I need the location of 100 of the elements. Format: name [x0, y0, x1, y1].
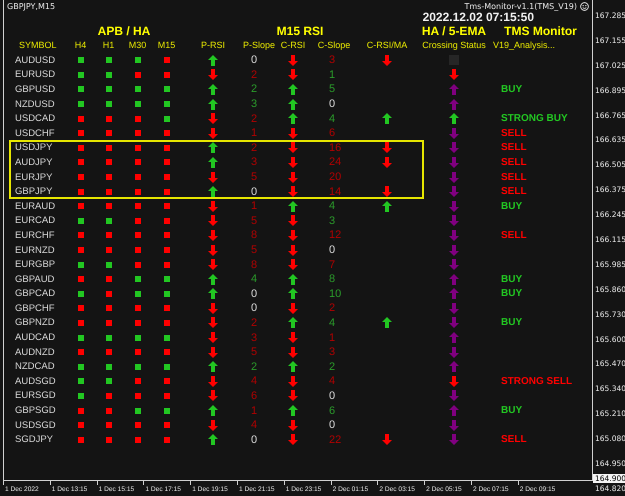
slope-value: 2 [251, 83, 258, 96]
slope-value: 4 [329, 200, 336, 212]
symbol-name: AUDSGD [15, 376, 56, 387]
column-header: M15 [158, 40, 176, 50]
slope-value: 0 [251, 54, 258, 66]
column-header: Crossing Status [422, 40, 486, 50]
column-header: P-RSI [200, 40, 225, 50]
symbol-name: GBPAUD [15, 274, 54, 285]
signal-label: BUY [501, 405, 522, 416]
slope-value: 6 [329, 404, 336, 417]
slope-value: 7 [329, 258, 336, 271]
slope-value: 0 [329, 419, 336, 432]
slope-value: 0 [329, 390, 336, 402]
symbol-name: EURSGD [15, 390, 56, 402]
slope-value: 3 [329, 214, 336, 227]
symbol-name: EURCAD [15, 215, 56, 226]
signal-label: STRONG BUY [501, 113, 568, 124]
signal-label: BUY [501, 288, 522, 300]
slope-value: 6 [251, 390, 258, 402]
symbol-name: GBPJPY [15, 186, 52, 198]
column-header: M30 [128, 40, 146, 50]
slope-value: 2 [329, 302, 336, 314]
column-header: V19_Analysis... [493, 40, 556, 50]
symbol-name: SGDJPY [15, 434, 54, 446]
slope-value: 10 [329, 288, 342, 300]
column-header: SYMBOL [19, 40, 57, 50]
signal-label: SELL [501, 434, 527, 446]
slope-value: 16 [329, 142, 342, 154]
slope-value: 0 [251, 288, 258, 300]
slope-value: 3 [329, 346, 336, 358]
symbol-name: EURGBP [15, 259, 56, 270]
column-header: H1 [102, 40, 114, 50]
slope-value: 24 [329, 156, 342, 168]
slope-value: 4 [251, 375, 258, 388]
column-header: C-RSI [280, 40, 306, 50]
symbol-name: GBPCAD [15, 288, 56, 300]
symbol-name: GBPUSD [15, 84, 56, 95]
slope-value: 22 [329, 434, 342, 446]
chart-symbol: GBPJPY,M15 [7, 2, 56, 11]
symbol-name: AUDNZD [15, 346, 55, 358]
slope-value: 3 [251, 332, 258, 344]
symbol-name: NZDUSD [15, 98, 55, 110]
slope-value: 0 [251, 302, 258, 314]
symbol-name: USDCAD [15, 113, 56, 124]
slope-value: 6 [329, 127, 336, 140]
group-header: TMS Monitor [504, 24, 577, 38]
slope-value: 2 [329, 360, 336, 373]
slope-value: 1 [329, 332, 336, 344]
signal-label: SELL [501, 172, 527, 183]
slope-value: 0 [329, 98, 336, 110]
slope-value: 4 [329, 316, 336, 329]
symbol-name: USDCHF [15, 128, 55, 139]
slope-value: 1 [251, 200, 258, 212]
slope-value: 1 [251, 127, 258, 140]
column-header: C-Slope [318, 40, 350, 50]
symbol-name: USDSGD [15, 420, 56, 431]
slope-value: 20 [329, 171, 342, 184]
slope-value: 5 [251, 244, 258, 256]
slope-value: 3 [251, 98, 258, 110]
slope-value: 2 [251, 68, 258, 81]
slope-value: 1 [251, 404, 258, 417]
slope-value: 8 [251, 229, 258, 242]
symbol-name: AUDUSD [15, 54, 56, 66]
slope-value: 8 [329, 273, 336, 286]
symbol-name: AUDJPY [15, 156, 52, 168]
symbol-name: AUDCAD [15, 332, 56, 344]
symbol-name: GBPCHF [15, 302, 55, 314]
symbol-name: NZDCAD [15, 361, 55, 372]
group-header: HA / 5-EMA [422, 24, 486, 38]
signal-label: BUY [501, 317, 522, 328]
slope-value: 0 [251, 186, 258, 198]
slope-value: 2 [251, 112, 258, 125]
slope-value: 1 [329, 68, 336, 81]
signal-label: BUY [501, 200, 522, 212]
smiley-icon [580, 2, 589, 11]
column-header: H4 [74, 40, 86, 50]
symbol-name: EURAUD [15, 200, 56, 212]
slope-value: 8 [251, 258, 258, 271]
column-header: P-Slope [242, 40, 276, 50]
column-header: C-RSI/MA [366, 40, 408, 50]
symbol-name: EURJPY [15, 172, 52, 183]
signal-label: BUY [501, 84, 522, 95]
slope-value: 4 [329, 112, 336, 125]
symbol-name: GBPNZD [15, 317, 55, 328]
slope-value: 4 [251, 419, 258, 432]
slope-value: 2 [251, 360, 258, 373]
timestamp: 2022.12.02 07:15:50 [422, 10, 534, 24]
slope-value: 12 [329, 229, 342, 242]
group-header: M15 RSI [276, 24, 324, 38]
slope-value: 2 [251, 142, 258, 154]
symbol-name: EURCHF [15, 230, 55, 241]
slope-value: 5 [251, 214, 258, 227]
slope-value: 2 [251, 316, 258, 329]
symbol-name: EURUSD [15, 69, 56, 80]
slope-value: 0 [251, 434, 258, 446]
signal-label: SELL [501, 156, 527, 168]
signal-label: BUY [501, 274, 522, 285]
indicator-name: Tms-Monitor-v1.1(TMS_V19) [464, 2, 577, 11]
signal-label: SELL [501, 230, 527, 241]
signal-label: SELL [501, 142, 527, 154]
